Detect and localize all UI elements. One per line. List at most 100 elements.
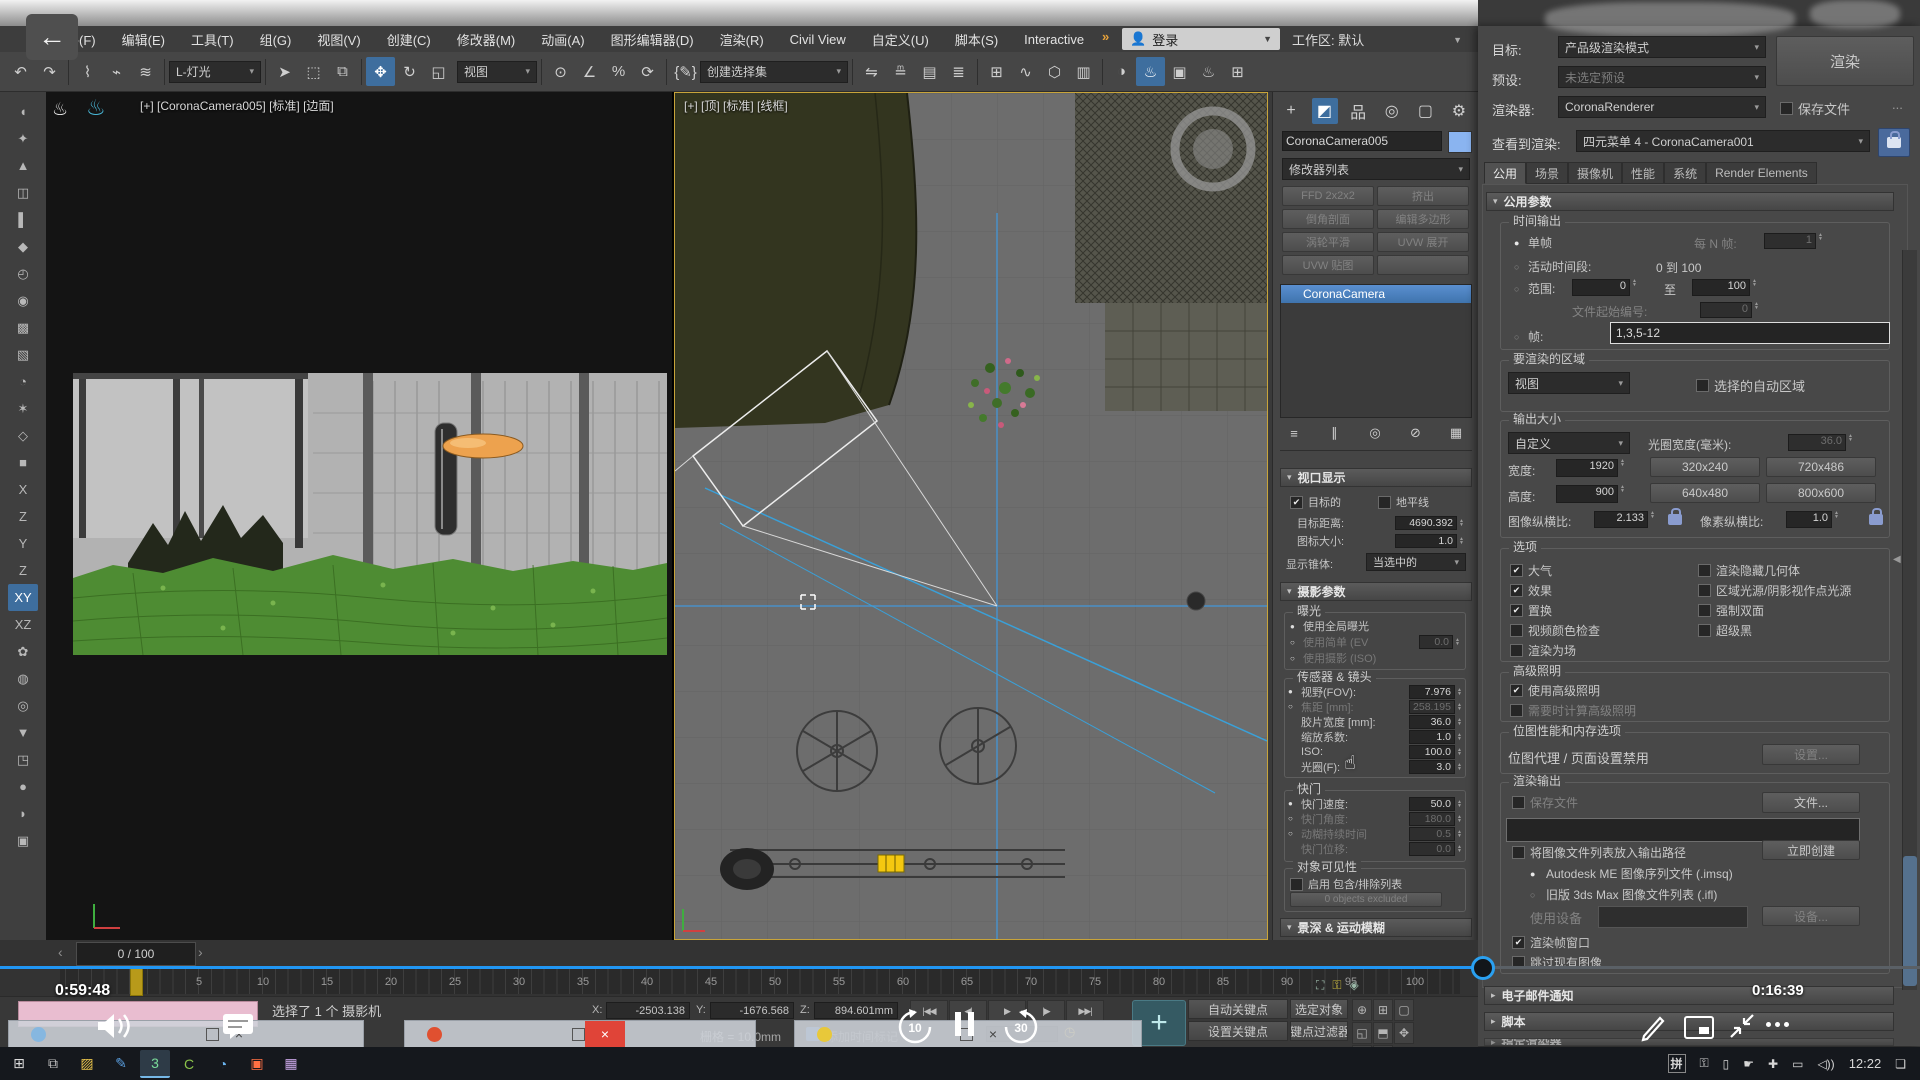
- forward-30-button[interactable]: 30: [1002, 1008, 1040, 1049]
- modifier-button[interactable]: [1377, 255, 1469, 275]
- lock-selection-icon[interactable]: ⚿: [1332, 978, 1341, 993]
- left-tool-icon[interactable]: ◍: [8, 665, 38, 692]
- dialog-tab[interactable]: 系统: [1664, 162, 1706, 184]
- parameter-row[interactable]: 图标大小: 1.0▲▼: [1284, 532, 1466, 550]
- show-cone-dropdown[interactable]: 当选中的: [1366, 553, 1466, 571]
- include-exclude-checkbox[interactable]: 启用 包含/排除列表: [1290, 876, 1402, 892]
- object-color-swatch[interactable]: [1448, 131, 1472, 153]
- range-to-spinner[interactable]: 100: [1692, 279, 1750, 296]
- utilities-tab-icon[interactable]: ⚙: [1446, 98, 1472, 124]
- display-tab-icon[interactable]: ▢: [1412, 98, 1438, 124]
- minimize-icon[interactable]: [206, 1028, 219, 1041]
- adv-light-checkbox[interactable]: ✔使用高级照明: [1510, 680, 1636, 700]
- constraint-xy-button[interactable]: XY: [8, 584, 38, 611]
- app-icon-grid[interactable]: ▦: [276, 1050, 306, 1078]
- left-tool-icon[interactable]: ✿: [8, 638, 38, 665]
- volume-tray-icon[interactable]: ◁)): [1817, 1057, 1834, 1071]
- height-spinner[interactable]: 900: [1556, 485, 1618, 503]
- dialog-tab[interactable]: 场景: [1526, 162, 1568, 184]
- option-checkbox[interactable]: ✔置换: [1510, 600, 1628, 620]
- output-path-field[interactable]: [1506, 818, 1860, 842]
- device-field[interactable]: [1598, 906, 1748, 928]
- left-tool-icon[interactable]: ◆: [8, 233, 38, 260]
- sensor-parameter[interactable]: ISO: 100.0▲▼: [1288, 744, 1464, 759]
- modifier-button[interactable]: FFD 2x2x2: [1282, 186, 1374, 206]
- app-icon-orange[interactable]: ▣: [242, 1050, 272, 1078]
- common-params-rollout[interactable]: 公用参数: [1486, 192, 1894, 211]
- frames-radio[interactable]: ○帧:: [1514, 328, 1543, 345]
- parameter-row[interactable]: 目标距离: 4690.392▲▼: [1284, 514, 1466, 532]
- option-checkbox[interactable]: 超级黑: [1698, 620, 1816, 640]
- save-file-checkbox-top[interactable]: 保存文件: [1780, 99, 1850, 118]
- adv-light-checkbox[interactable]: 需要时计算高级照明: [1510, 700, 1636, 720]
- lock-view-button[interactable]: [1878, 128, 1910, 157]
- app-shortcut-icon[interactable]: ✎: [106, 1050, 136, 1078]
- render-button[interactable]: 渲染: [1776, 36, 1914, 86]
- pan-icon[interactable]: ✥: [1394, 1022, 1414, 1044]
- left-tool-icon[interactable]: ◉: [8, 287, 38, 314]
- prev-frame-arrow[interactable]: ‹: [58, 944, 63, 960]
- motion-tab-icon[interactable]: ◎: [1379, 98, 1405, 124]
- select-move-icon[interactable]: ✥: [366, 57, 395, 86]
- shutter-parameter[interactable]: ●快门速度: 50.0▲▼: [1288, 796, 1464, 811]
- curve-editor-icon[interactable]: ∿: [1011, 57, 1040, 86]
- menu-item[interactable]: 工具(T): [178, 30, 247, 49]
- z-coord-field[interactable]: 894.601mm: [814, 1002, 898, 1019]
- sensor-parameter[interactable]: ●视野(FOV): 7.976▲▼: [1288, 684, 1464, 699]
- every-n-spinner[interactable]: 1: [1764, 233, 1816, 249]
- option-checkbox[interactable]: 强制双面: [1698, 600, 1816, 620]
- left-tool-icon[interactable]: ◴: [8, 260, 38, 287]
- option-checkbox[interactable]: 渲染为场: [1510, 640, 1628, 660]
- range-radio[interactable]: ○范围:: [1514, 280, 1555, 297]
- y-coord-field[interactable]: -1676.568: [710, 1002, 794, 1019]
- shutter-parameter[interactable]: ○快门角度: 180.0▲▼: [1288, 811, 1464, 826]
- modifier-button[interactable]: UVW 贴图: [1282, 255, 1374, 275]
- left-tool-icon[interactable]: ◇: [8, 422, 38, 449]
- modifier-stack[interactable]: CoronaCamera: [1280, 284, 1472, 418]
- hierarchy-tab-icon[interactable]: 品: [1345, 98, 1371, 124]
- angle-snap-icon[interactable]: ∠: [575, 57, 604, 86]
- file-explorer-icon[interactable]: ▨: [72, 1050, 102, 1078]
- left-tool-icon[interactable]: ▧: [8, 341, 38, 368]
- camera-viewport-label[interactable]: [+] [CoronaCamera005] [标准] [边面]: [140, 97, 334, 114]
- single-frame-radio[interactable]: ●单帧: [1514, 234, 1552, 251]
- imsq-radio[interactable]: ●Autodesk ME 图像序列文件 (.imsq): [1530, 865, 1733, 882]
- pixel-aspect-lock-icon[interactable]: [1869, 514, 1883, 525]
- floating-window-bar-2[interactable]: ×: [404, 1020, 756, 1048]
- size-preset-button[interactable]: 800x600: [1766, 483, 1876, 503]
- left-tool-icon[interactable]: ✶: [8, 395, 38, 422]
- render-presets-icon[interactable]: ▥: [1069, 57, 1098, 86]
- dialog-tab[interactable]: Render Elements: [1706, 162, 1817, 184]
- video-progress-remaining[interactable]: [1483, 966, 1920, 969]
- left-tool-icon[interactable]: ◖: [8, 98, 38, 125]
- left-tool-icon[interactable]: ✦: [8, 125, 38, 152]
- more-button[interactable]: ...: [1892, 97, 1903, 112]
- snap-toggle-icon[interactable]: ⊙: [546, 57, 575, 86]
- left-tool-icon[interactable]: ◗: [8, 800, 38, 827]
- size-preset-button[interactable]: 640x480: [1650, 483, 1760, 503]
- image-list-checkbox[interactable]: 将图像文件列表放入输出路径: [1512, 844, 1686, 861]
- rewind-10-button[interactable]: 10: [896, 1008, 934, 1049]
- pin-stack-icon[interactable]: ≡: [1282, 422, 1306, 444]
- selection-filter-dropdown[interactable]: L-灯光: [169, 61, 261, 83]
- select-scale-icon[interactable]: ◱: [424, 57, 453, 86]
- render-setup-icon[interactable]: ♨: [1136, 57, 1165, 86]
- range-from-spinner[interactable]: 0: [1572, 279, 1630, 296]
- more-options-icon[interactable]: [1766, 1022, 1789, 1027]
- show-end-result-icon[interactable]: ∥: [1323, 422, 1347, 444]
- mini-player-icon[interactable]: [1684, 1016, 1714, 1043]
- reference-coordinate-dropdown[interactable]: 视图: [457, 61, 537, 83]
- constraint-xz-button[interactable]: XZ: [8, 611, 38, 638]
- menu-item[interactable]: Civil View: [777, 32, 859, 47]
- key-filters-button[interactable]: 关键点过滤器...: [1290, 1021, 1348, 1041]
- app-icon-c[interactable]: C: [174, 1050, 204, 1078]
- frame-counter[interactable]: 0 / 100: [76, 942, 196, 966]
- menu-item[interactable]: 渲染(R): [707, 30, 777, 49]
- dialog-scrollbar[interactable]: [1902, 250, 1917, 990]
- defender-tray-icon[interactable]: ✚: [1768, 1057, 1778, 1071]
- rendered-frame-icon[interactable]: ▣: [1165, 57, 1194, 86]
- zoom-extents-icon[interactable]: ▢: [1394, 999, 1414, 1021]
- start-button[interactable]: ⊞: [4, 1050, 34, 1078]
- stack-item-selected[interactable]: CoronaCamera: [1281, 285, 1471, 303]
- shutter-parameter[interactable]: 快门位移: 0.0▲▼: [1288, 841, 1464, 856]
